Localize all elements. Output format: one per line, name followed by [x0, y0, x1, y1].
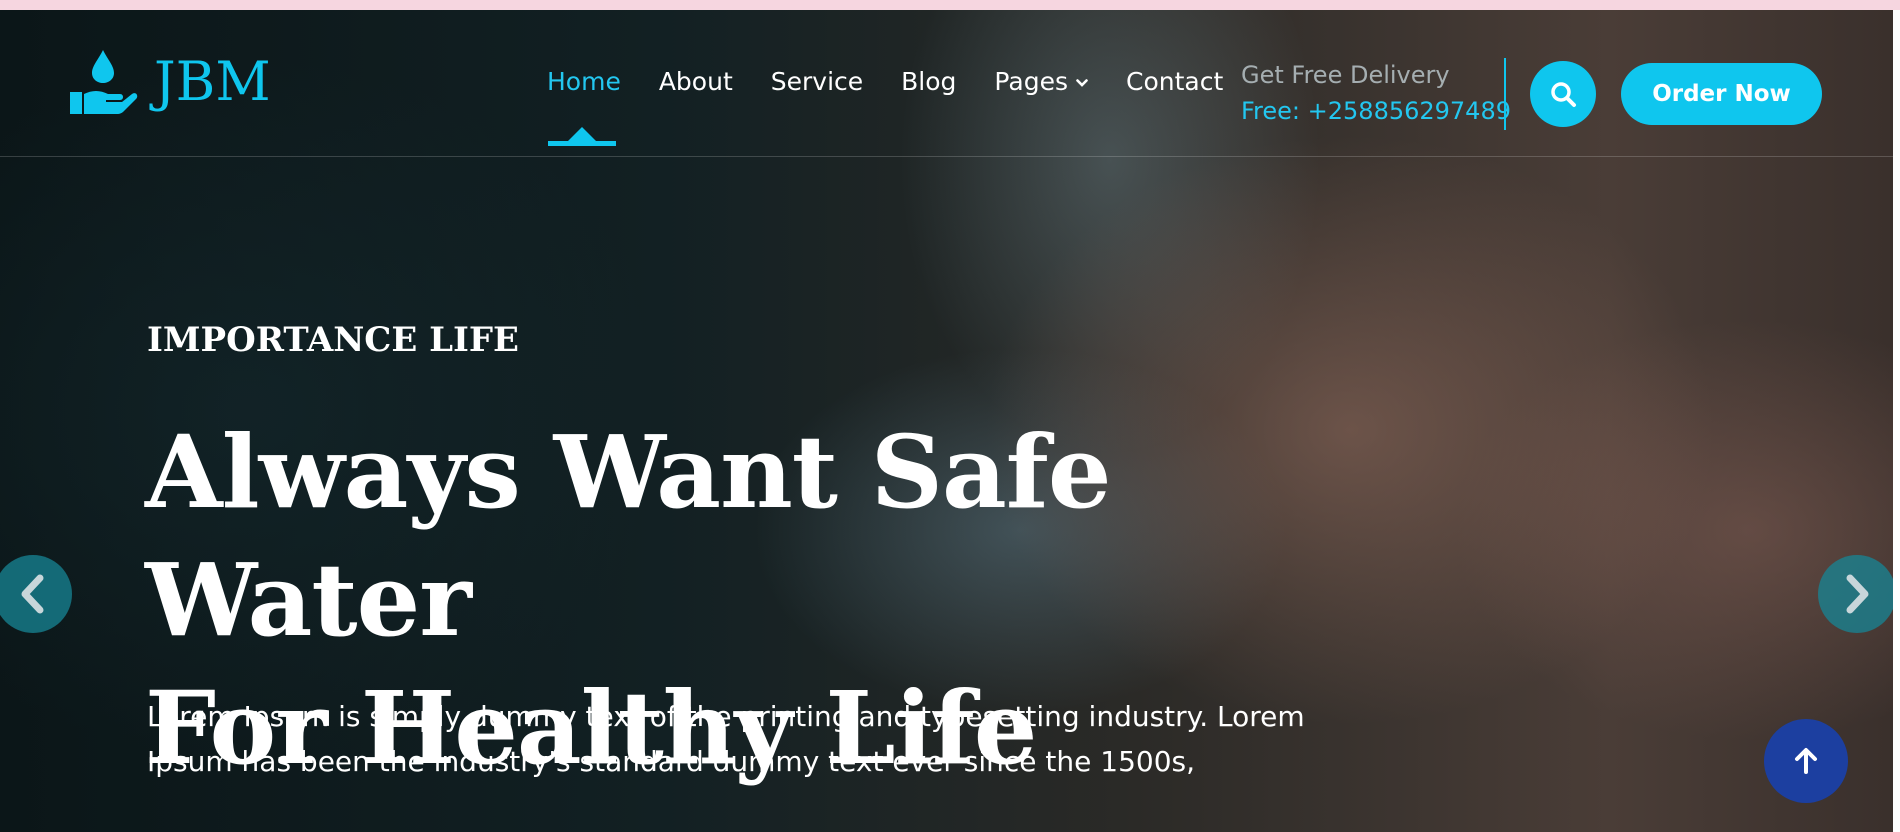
nav-item-about[interactable]: About [659, 67, 733, 97]
nav-item-pages-label: Pages [994, 67, 1068, 96]
delivery-phone[interactable]: Free: +258856297489 [1241, 96, 1511, 126]
chevron-down-icon [1076, 79, 1088, 87]
hero-kicker: IMPORTANCE LIFE [147, 320, 519, 360]
delivery-title: Get Free Delivery [1241, 61, 1450, 89]
hand-water-drop-icon [70, 50, 138, 114]
nav-item-home[interactable]: Home [547, 67, 621, 97]
nav-item-pages[interactable]: Pages [994, 67, 1088, 97]
header-divider [1504, 58, 1506, 130]
arrow-up-icon [1795, 748, 1817, 774]
nav-item-contact[interactable]: Contact [1126, 67, 1223, 97]
slider-prev-button[interactable] [0, 555, 72, 633]
chevron-right-icon [1846, 574, 1869, 614]
active-nav-indicator [568, 127, 596, 141]
page-edge [1893, 10, 1900, 832]
search-button[interactable] [1530, 61, 1596, 127]
brand-logo[interactable]: JBM [68, 48, 271, 116]
site-header: JBM Home About Service Blog Pages Contac… [0, 10, 1893, 157]
brand-name: JBM [154, 50, 271, 113]
browser-top-strip [0, 0, 1900, 10]
hero-headline-line1: Always Want Safe Water [145, 413, 1111, 659]
hero-section: JBM Home About Service Blog Pages Contac… [0, 10, 1893, 832]
main-nav: Home About Service Blog Pages Contact [547, 67, 1261, 97]
chevron-left-icon [21, 574, 44, 614]
scroll-to-top-button[interactable] [1764, 719, 1848, 803]
search-icon [1551, 82, 1576, 107]
slider-next-button[interactable] [1818, 555, 1893, 633]
nav-item-service[interactable]: Service [771, 67, 863, 97]
nav-item-blog[interactable]: Blog [901, 67, 956, 97]
hero-paragraph-line2: Ipsum has been the industry's standard d… [147, 745, 1196, 778]
order-now-button[interactable]: Order Now [1621, 63, 1822, 125]
delivery-info: Get Free Delivery Free: +258856297489 [1241, 60, 1511, 126]
hero-paragraph: Lorem Ipsum is simply dummy text of the … [147, 694, 1327, 784]
active-nav-underline [548, 141, 616, 146]
hero-paragraph-line1: Lorem Ipsum is simply dummy text of the … [147, 700, 1305, 733]
